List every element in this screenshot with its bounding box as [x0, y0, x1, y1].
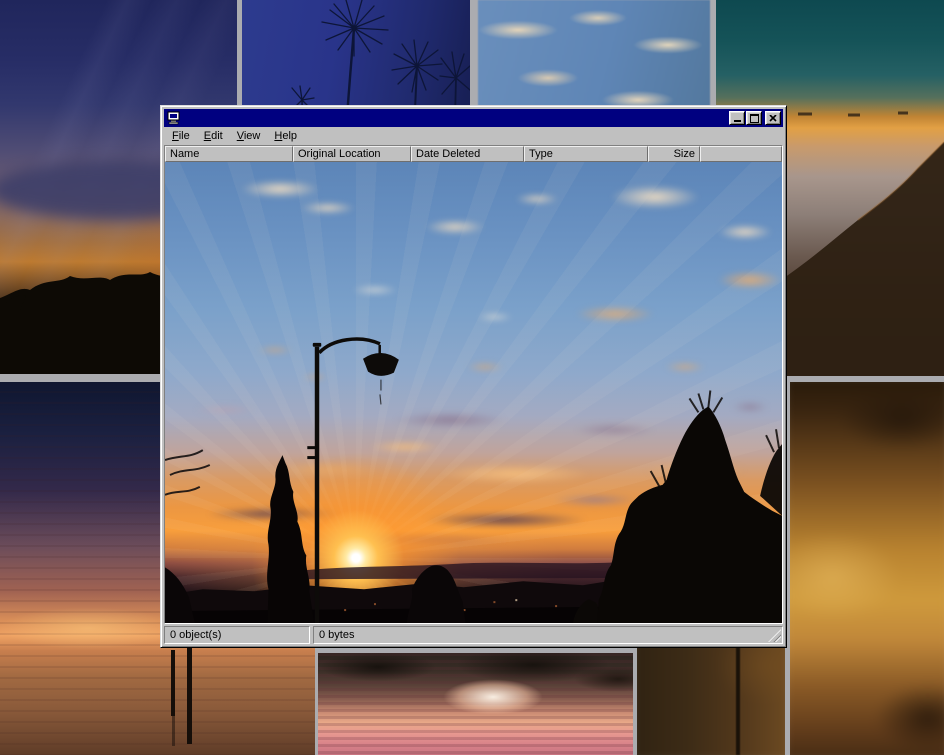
minimize-icon [734, 120, 741, 122]
menu-view[interactable]: View [230, 128, 268, 145]
desktop: File Edit View Help Name Original Locati… [0, 0, 944, 755]
column-header-original-location[interactable]: Original Location [293, 146, 411, 162]
wallpaper-photo-golden-blur-bright [790, 382, 944, 755]
recycle-bin-window: File Edit View Help Name Original Locati… [160, 105, 787, 648]
column-header-row: Name Original Location Date Deleted Type… [165, 146, 782, 162]
column-header-type[interactable]: Type [524, 146, 648, 162]
pole-reflection [172, 716, 175, 746]
column-header-blank[interactable] [700, 146, 782, 162]
list-background-sunset-photo [165, 162, 782, 623]
water-pole-silhouette [171, 650, 175, 716]
computer-icon [167, 111, 181, 125]
blur-layer [790, 382, 944, 755]
close-icon [769, 115, 777, 122]
wallpaper-photo-water-reflection [318, 653, 633, 755]
column-header-date-deleted[interactable]: Date Deleted [411, 146, 524, 162]
column-header-name[interactable]: Name [165, 146, 293, 162]
status-object-count: 0 object(s) [164, 626, 310, 644]
lamp-pole-silhouette [736, 646, 740, 755]
close-button[interactable] [765, 111, 781, 125]
status-bar: 0 object(s) 0 bytes [164, 626, 783, 644]
titlebar[interactable] [164, 109, 783, 127]
silhouettes-layer [165, 162, 782, 623]
status-total-size: 0 bytes [313, 626, 783, 644]
file-list-view[interactable]: Name Original Location Date Deleted Type… [164, 145, 783, 624]
maximize-icon [750, 114, 759, 123]
water-pole-silhouette [187, 648, 192, 744]
menu-help[interactable]: Help [267, 128, 304, 145]
menu-file[interactable]: File [165, 128, 197, 145]
column-header-size[interactable]: Size [648, 146, 700, 162]
minimize-button[interactable] [729, 111, 745, 125]
menu-edit[interactable]: Edit [197, 128, 230, 145]
menu-bar: File Edit View Help [164, 127, 783, 145]
maximize-button[interactable] [746, 111, 762, 125]
